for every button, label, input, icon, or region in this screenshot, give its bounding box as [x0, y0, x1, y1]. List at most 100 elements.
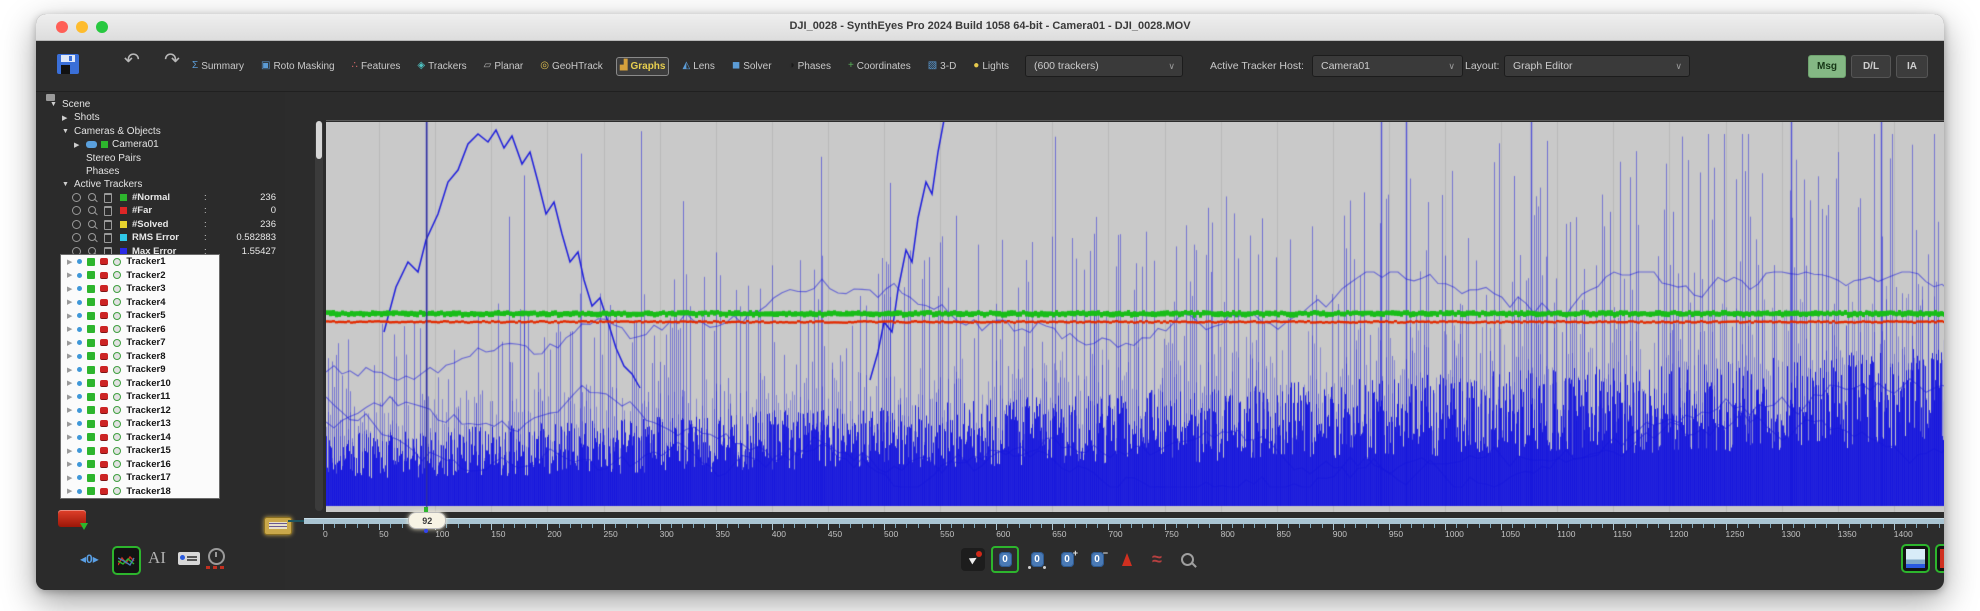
graph-mode-icon[interactable]: [112, 546, 141, 575]
expander-icon[interactable]: ▼: [62, 181, 70, 188]
msg-button[interactable]: Msg: [1808, 55, 1846, 78]
expander-icon[interactable]: ▶: [67, 285, 72, 293]
timeline-tick: [637, 524, 639, 528]
redo-icon[interactable]: ↷: [164, 49, 180, 72]
graph-vertical-scrollbar[interactable]: [315, 121, 323, 511]
expander-icon[interactable]: ▶: [67, 406, 72, 414]
tracker-row[interactable]: ▶ Tracker2: [61, 269, 219, 283]
expander-icon[interactable]: ▶: [67, 379, 72, 387]
expander-icon[interactable]: ▶: [67, 433, 72, 441]
toolbar-item-solver[interactable]: ◼ Solver: [728, 57, 776, 76]
expander-icon[interactable]: ▼: [50, 101, 58, 108]
tracker-row[interactable]: ▶ Tracker11: [61, 390, 219, 404]
tracker-row[interactable]: ▶ Tracker13: [61, 417, 219, 431]
stat-row-rms-error[interactable]: RMS Error:0.582883: [36, 232, 285, 245]
toolbar-item-features[interactable]: ∴ Features: [348, 57, 405, 76]
pick-tracker-icon[interactable]: ▶: [961, 548, 985, 571]
expander-icon[interactable]: ▼: [62, 128, 70, 135]
tracker-zero-icon[interactable]: ◂0▸: [80, 552, 99, 566]
tracker-count-dropdown[interactable]: (600 trackers) ∨: [1025, 55, 1183, 77]
active-tracker-host-dropdown[interactable]: Camera01 ∨: [1312, 55, 1463, 77]
sidebar-item-shots[interactable]: ▶ Shots: [36, 111, 100, 124]
toolbar-item-coordinates[interactable]: + Coordinates: [844, 57, 915, 76]
lock-dot-icon: [77, 313, 83, 319]
expander-icon[interactable]: ▶: [67, 460, 72, 468]
expander-icon[interactable]: ▶: [67, 298, 72, 306]
tracker-row[interactable]: ▶ Tracker10: [61, 377, 219, 391]
sidebar-item-cameras-objects[interactable]: ▼ Cameras & Objects: [36, 125, 161, 138]
tracker-row[interactable]: ▶ Tracker6: [61, 323, 219, 337]
expander-icon[interactable]: ▶: [67, 393, 72, 401]
stat-row-solved[interactable]: #Solved:236: [36, 219, 285, 232]
stat-row-far[interactable]: #Far:0: [36, 205, 285, 218]
tracker-row[interactable]: ▶ Tracker9: [61, 363, 219, 377]
expander-icon[interactable]: ▶: [74, 141, 82, 149]
expander-icon[interactable]: ▶: [67, 352, 72, 360]
toolbar-item-geohtrack[interactable]: ◎ GeoHTrack: [536, 57, 607, 76]
preview-movie-icon[interactable]: [1901, 544, 1930, 573]
tracker-row[interactable]: ▶ Tracker4: [61, 296, 219, 310]
expander-icon[interactable]: ▶: [67, 447, 72, 455]
toolbar-item-planar[interactable]: ▱ Planar: [480, 57, 528, 76]
expander-icon[interactable]: ▶: [67, 487, 72, 495]
toolbar-item-roto-masking[interactable]: ▣ Roto Masking: [257, 57, 339, 76]
toolbar-item-graphs[interactable]: ▟ Graphs: [615, 56, 670, 76]
expander-icon[interactable]: ▶: [67, 258, 72, 266]
tracker-row[interactable]: ▶ Tracker8: [61, 350, 219, 364]
tracker-row[interactable]: ▶ Tracker16: [61, 458, 219, 472]
ai-icon[interactable]: AI: [148, 548, 166, 568]
sidebar-item-phases[interactable]: Phases: [36, 165, 119, 178]
toolbar-item-lens[interactable]: ◭ Lens: [678, 57, 718, 76]
expander-icon[interactable]: ▶: [62, 114, 70, 122]
graph-editor-area[interactable]: [326, 120, 1944, 512]
tracker-row[interactable]: ▶ Tracker7: [61, 336, 219, 350]
tracker-row[interactable]: ▶ Tracker15: [61, 444, 219, 458]
ia-button[interactable]: IA: [1896, 55, 1928, 78]
zero-add-icon[interactable]: 0 +: [1055, 548, 1079, 571]
tracker-row[interactable]: ▶ Tracker3: [61, 282, 219, 296]
expander-icon[interactable]: ▶: [67, 474, 72, 482]
expander-icon[interactable]: ▶: [67, 271, 72, 279]
sidebar-item-stereo-pairs[interactable]: Stereo Pairs: [36, 152, 141, 165]
scrollbar-thumb[interactable]: [316, 121, 322, 159]
sidebar-item-active-trackers[interactable]: ▼ Active Trackers: [36, 178, 142, 191]
timeline-frame-label: 600: [996, 529, 1011, 539]
save-icon[interactable]: [56, 53, 80, 75]
tracker-list[interactable]: ▶ Tracker1 ▶ Tracker2 ▶ Tracker3 ▶ Tracker4 ▶ Tra…: [60, 254, 220, 499]
tracker-row[interactable]: ▶ Tracker18: [61, 485, 219, 499]
clock-icon[interactable]: [208, 548, 225, 565]
toolbar-item-trackers[interactable]: ◈ Trackers: [413, 57, 470, 76]
zero-endpoints-icon[interactable]: 0: [1025, 548, 1049, 571]
expander-icon[interactable]: ▶: [67, 339, 72, 347]
layout-dropdown[interactable]: Graph Editor ∨: [1504, 55, 1690, 77]
playhead[interactable]: 92: [408, 512, 447, 529]
tracker-row[interactable]: ▶ Tracker5: [61, 309, 219, 323]
tracker-row[interactable]: ▶ Tracker1: [61, 255, 219, 269]
rocket-icon[interactable]: [1115, 548, 1139, 571]
expander-icon[interactable]: ▶: [67, 420, 72, 428]
graph-canvas[interactable]: [326, 122, 1944, 512]
zero-remove-icon[interactable]: 0−: [1085, 548, 1109, 571]
undo-icon[interactable]: ↶: [124, 49, 140, 72]
stat-row-normal[interactable]: #Normal:236: [36, 192, 285, 205]
toolbar-item-summary[interactable]: Σ Summary: [188, 57, 248, 76]
expander-icon[interactable]: ▶: [67, 325, 72, 333]
timeline[interactable]: 0 50 100 150 200 250 300 350 400 450 500 550 600 650 7…: [36, 507, 1944, 544]
dl-button[interactable]: D/L: [1851, 55, 1891, 78]
toolbar-item-lights[interactable]: ● Lights: [969, 57, 1013, 76]
expander-icon[interactable]: ▶: [67, 312, 72, 320]
zero-weld-icon[interactable]: 0: [991, 546, 1019, 573]
org-panel-icon[interactable]: [178, 552, 200, 565]
tracker-row[interactable]: ▶ Tracker14: [61, 431, 219, 445]
sidebar-item-scene[interactable]: ▼ Scene: [36, 98, 90, 111]
toolbar-item-phases[interactable]: ◑ Phases: [785, 57, 835, 76]
toolbar-item-3-d[interactable]: ▧ 3-D: [924, 57, 961, 76]
rgb-channels-icon[interactable]: 0: [1935, 544, 1944, 573]
timeline-bar[interactable]: [304, 518, 1944, 524]
magnifier-icon[interactable]: [1175, 548, 1199, 571]
smooth-waves-icon[interactable]: ≈: [1145, 548, 1169, 571]
sidebar-item-camera01[interactable]: ▶ Camera01: [36, 138, 159, 151]
tracker-row[interactable]: ▶ Tracker17: [61, 471, 219, 485]
expander-icon[interactable]: ▶: [67, 366, 72, 374]
tracker-row[interactable]: ▶ Tracker12: [61, 404, 219, 418]
